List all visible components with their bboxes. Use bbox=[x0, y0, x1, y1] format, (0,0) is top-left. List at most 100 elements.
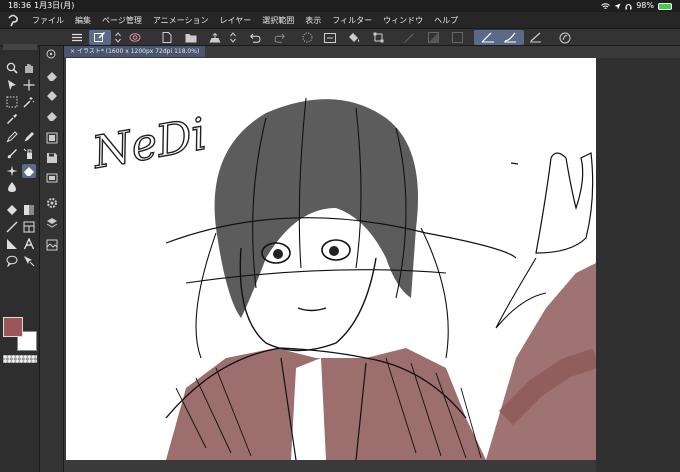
pencil-tool[interactable] bbox=[22, 130, 36, 144]
blend-tool[interactable] bbox=[5, 180, 19, 194]
correct-line-tool[interactable] bbox=[22, 254, 36, 268]
new-file-icon bbox=[162, 32, 172, 43]
hand-tool[interactable] bbox=[22, 61, 36, 75]
menu-view[interactable]: 表示 bbox=[305, 12, 321, 29]
hamburger-menu-button[interactable] bbox=[70, 30, 84, 45]
auto-select-tool[interactable] bbox=[22, 95, 36, 109]
menu-edit[interactable]: 編集 bbox=[75, 12, 91, 29]
zoom-tool[interactable] bbox=[5, 61, 19, 75]
clear-button[interactable] bbox=[323, 30, 337, 45]
main-color-swatch[interactable] bbox=[3, 317, 23, 337]
edge-keyboard-button[interactable] bbox=[558, 30, 572, 45]
layer-new-raster-button[interactable] bbox=[45, 69, 59, 83]
settings-button[interactable] bbox=[45, 196, 59, 210]
redo-icon bbox=[273, 33, 285, 43]
status-time: 18:36 bbox=[8, 1, 32, 10]
brush-tool[interactable] bbox=[5, 147, 19, 161]
export-icon bbox=[209, 32, 221, 42]
deselect-button[interactable] bbox=[300, 30, 314, 45]
location-icon bbox=[614, 3, 621, 9]
gear-icon bbox=[47, 198, 57, 208]
save-button[interactable] bbox=[45, 151, 59, 165]
layer-clip-button[interactable] bbox=[45, 89, 59, 103]
balloon-tool[interactable] bbox=[5, 254, 19, 268]
fill-layer-icon bbox=[47, 112, 57, 121]
menu-file[interactable]: ファイル bbox=[32, 12, 64, 29]
export-stepper[interactable] bbox=[228, 30, 238, 45]
pen-check-icon[interactable] bbox=[481, 32, 495, 43]
ruler-tool[interactable] bbox=[5, 237, 19, 251]
eyedropper-icon bbox=[6, 114, 17, 125]
layer-property-button[interactable] bbox=[128, 30, 142, 45]
menu-filter[interactable]: フィルター bbox=[332, 12, 372, 29]
decoration-tool[interactable] bbox=[5, 164, 19, 178]
frame-icon bbox=[23, 221, 35, 233]
menu-animation[interactable]: アニメーション bbox=[153, 12, 209, 29]
export-button[interactable] bbox=[208, 30, 222, 45]
sparkle-icon bbox=[6, 165, 18, 177]
gradient-tool[interactable] bbox=[22, 203, 36, 217]
handwritten-signature: NeDi bbox=[88, 109, 210, 179]
tool-panel-header bbox=[3, 44, 37, 50]
sub-tool-menu-button[interactable] bbox=[45, 48, 57, 60]
menu-items: ファイル 編集 ページ管理 アニメーション レイヤー 選択範囲 表示 フィルター… bbox=[32, 12, 458, 29]
pen-tool[interactable] bbox=[5, 130, 19, 144]
brush-settings-icon bbox=[46, 49, 56, 59]
swirl-icon bbox=[559, 32, 571, 43]
move-tool[interactable] bbox=[22, 78, 36, 92]
transparent-color-swatch[interactable] bbox=[3, 355, 37, 363]
frame-button[interactable] bbox=[45, 171, 59, 185]
folder-open-icon bbox=[185, 33, 197, 42]
open-file-button[interactable] bbox=[184, 30, 198, 45]
pen-pressure-button[interactable] bbox=[528, 30, 542, 45]
airbrush-tool[interactable] bbox=[22, 147, 36, 161]
figure-tool[interactable] bbox=[5, 220, 19, 234]
text-tool[interactable] bbox=[22, 237, 36, 251]
screen-icon bbox=[46, 173, 58, 183]
dotted-circle-icon bbox=[302, 32, 312, 43]
eraser-layer-icon bbox=[47, 72, 57, 81]
updown-chevron-icon bbox=[230, 32, 236, 43]
menu-page[interactable]: ページ管理 bbox=[102, 12, 142, 29]
operation-tool[interactable] bbox=[5, 78, 19, 92]
material-button[interactable] bbox=[45, 238, 59, 252]
snap-button[interactable] bbox=[426, 30, 440, 45]
floppy-icon bbox=[47, 153, 57, 163]
drawing-canvas[interactable]: NeDi bbox=[66, 58, 596, 460]
snap-special-button[interactable] bbox=[450, 30, 464, 45]
magic-wand-icon bbox=[23, 97, 35, 108]
menu-layer[interactable]: レイヤー bbox=[220, 12, 252, 29]
app-logo-icon[interactable] bbox=[6, 14, 20, 27]
quick-access-stepper[interactable] bbox=[113, 30, 123, 45]
canvas-resize-button[interactable] bbox=[45, 131, 59, 145]
undo-button[interactable] bbox=[248, 30, 262, 45]
transform-icon bbox=[373, 32, 383, 43]
canvas-icon bbox=[46, 132, 58, 144]
quick-access-button[interactable] bbox=[89, 30, 111, 45]
gradient-icon bbox=[24, 205, 34, 215]
menu-selection[interactable]: 選択範囲 bbox=[262, 12, 294, 29]
ruler-off-button[interactable] bbox=[402, 30, 416, 45]
fill-button[interactable] bbox=[347, 30, 361, 45]
pen-curve-icon[interactable] bbox=[503, 32, 517, 43]
triangle-ruler-icon bbox=[7, 239, 17, 249]
eraser-tool[interactable] bbox=[22, 164, 36, 178]
layers-button[interactable] bbox=[45, 216, 59, 230]
battery-percent: 98% bbox=[636, 1, 654, 10]
menu-help[interactable]: ヘルプ bbox=[434, 12, 458, 29]
frame-border-tool[interactable] bbox=[22, 220, 36, 234]
new-canvas-button[interactable] bbox=[160, 30, 174, 45]
document-tab[interactable]: × イラスト* (1600 x 1200px 72dpi 118.0%) bbox=[64, 46, 206, 57]
updown-chevron-icon bbox=[115, 32, 121, 43]
selection-tool[interactable] bbox=[5, 95, 19, 109]
transform-button[interactable] bbox=[371, 30, 385, 45]
bucket-icon bbox=[7, 205, 17, 215]
menu-window[interactable]: ウィンドウ bbox=[383, 12, 423, 29]
eyedropper-tool[interactable] bbox=[5, 112, 19, 126]
close-icon[interactable]: × bbox=[70, 48, 77, 55]
fill-tool[interactable] bbox=[5, 203, 19, 217]
battery-icon bbox=[658, 2, 672, 10]
redo-button[interactable] bbox=[272, 30, 286, 45]
canvas-area: × イラスト* (1600 x 1200px 72dpi 118.0%) NeD… bbox=[64, 46, 680, 472]
layer-mask-button[interactable] bbox=[45, 109, 59, 123]
